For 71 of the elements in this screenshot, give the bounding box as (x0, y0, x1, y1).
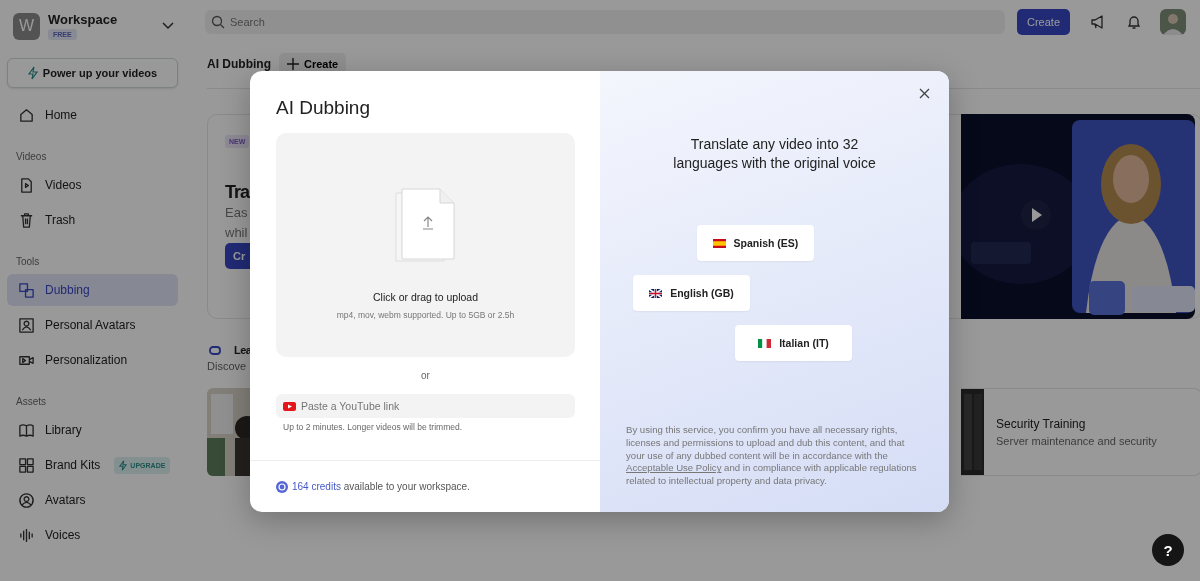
sidebar-item[interactable]: Dubbing (7, 274, 178, 306)
coin-icon (276, 480, 288, 493)
spain-flag-icon (712, 238, 726, 248)
sidebar-item-label: Brand Kits (45, 458, 101, 472)
sidebar-item[interactable]: Videos (7, 169, 178, 201)
play-button[interactable] (1021, 200, 1052, 230)
sidebar-item[interactable]: Voices (7, 519, 178, 551)
youtube-icon (283, 401, 296, 411)
power-up-button[interactable]: Power up your videos (7, 58, 178, 88)
upload-hint: mp4, mov, webm supported. Up to 5GB or 2.5h (336, 310, 515, 320)
card-button[interactable]: Cr (225, 243, 251, 269)
card-description: whil (225, 224, 248, 242)
sidebar-item-label: Home (45, 108, 77, 122)
sidebar-item-label: Dubbing (45, 283, 90, 297)
card-description: Eas (225, 204, 248, 222)
sidebar-item-label: Videos (45, 178, 82, 192)
grid-icon (18, 456, 35, 474)
workspace-name: Workspace (48, 12, 118, 27)
youtube-hint: Up to 2 minutes. Longer videos will be trimmed. (282, 422, 464, 432)
sidebar-item-label: Voices (45, 528, 81, 542)
video-file-icon (18, 176, 35, 194)
dialog-title: AI Dubbing (276, 97, 371, 119)
help-button[interactable]: ? (1152, 534, 1184, 566)
upload-dropzone[interactable]: Click or drag to upload mp4, mov, webm supported. Up to 5GB or 2.5h (276, 133, 575, 357)
sidebar-item[interactable]: Avatars (7, 484, 178, 516)
card-description: Server maintenance and security (996, 435, 1157, 447)
youtube-link-field[interactable]: Paste a YouTube link (276, 394, 575, 418)
sidebar-item-label: Avatars (45, 493, 86, 507)
section-label: Tools (15, 255, 41, 269)
section-label: Videos (15, 150, 48, 164)
close-icon[interactable] (919, 88, 930, 99)
language-chip: Italian (IT) (735, 325, 852, 361)
book-icon (18, 421, 35, 439)
plus-icon (287, 58, 299, 70)
search-icon (211, 15, 225, 29)
separator-text: or (421, 370, 430, 381)
sidebar-item[interactable]: Home (7, 99, 178, 131)
italy-flag-icon (758, 338, 772, 348)
workspace-avatar: W (13, 12, 40, 40)
card-title: Tra (225, 182, 250, 203)
sidebar-item[interactable]: Library (7, 414, 178, 446)
user-avatar[interactable] (1160, 9, 1187, 35)
sound-bars-icon (18, 526, 35, 544)
sidebar-item[interactable]: Trash (7, 204, 178, 236)
trash-icon (18, 211, 35, 229)
language-chip: Spanish (ES) (697, 225, 814, 261)
section-label: Assets (15, 395, 47, 409)
sidebar-item-label: Personalization (45, 353, 128, 367)
sidebar-item-label: Library (45, 423, 82, 437)
squares-icon (18, 281, 35, 299)
sidebar-item-label: Personal Avatars (45, 318, 136, 332)
card-title: Security Training (996, 417, 1087, 431)
uk-flag-icon (649, 288, 663, 298)
home-icon (18, 106, 35, 124)
dialog-headline: Translate any video into 32 languages with the original voice (672, 135, 877, 173)
page-title: AI Dubbing (207, 57, 271, 71)
file-upload-icon (393, 187, 458, 265)
create-button[interactable]: Create (1017, 9, 1071, 35)
bell-icon[interactable] (1126, 14, 1143, 30)
search-field[interactable]: Search (205, 10, 1005, 34)
credits-note: 164 credits available to your workspace. (292, 481, 470, 492)
sidebar-item-label: Trash (45, 213, 76, 227)
sidebar-item[interactable]: Personalization (7, 344, 178, 376)
chevron-down-icon[interactable] (162, 22, 174, 30)
section-subtitle: Discove (207, 360, 248, 372)
legal-text: By using this service, you confirm you have all necessary rights, licenses and permissions to upload and dub this content, and that your use of any dubbed content will be in accordance with the Acceptable Use Policy and in compliance with applicable regulations related to intellectual property and data privacy. (625, 424, 918, 488)
upload-title: Click or drag to upload (372, 291, 479, 303)
language-chip: English (GB) (633, 275, 750, 311)
lightning-icon (27, 66, 38, 80)
policy-link[interactable]: Acceptable Use Policy (626, 462, 722, 474)
sidebar-item[interactable]: Personal Avatars (7, 309, 178, 341)
